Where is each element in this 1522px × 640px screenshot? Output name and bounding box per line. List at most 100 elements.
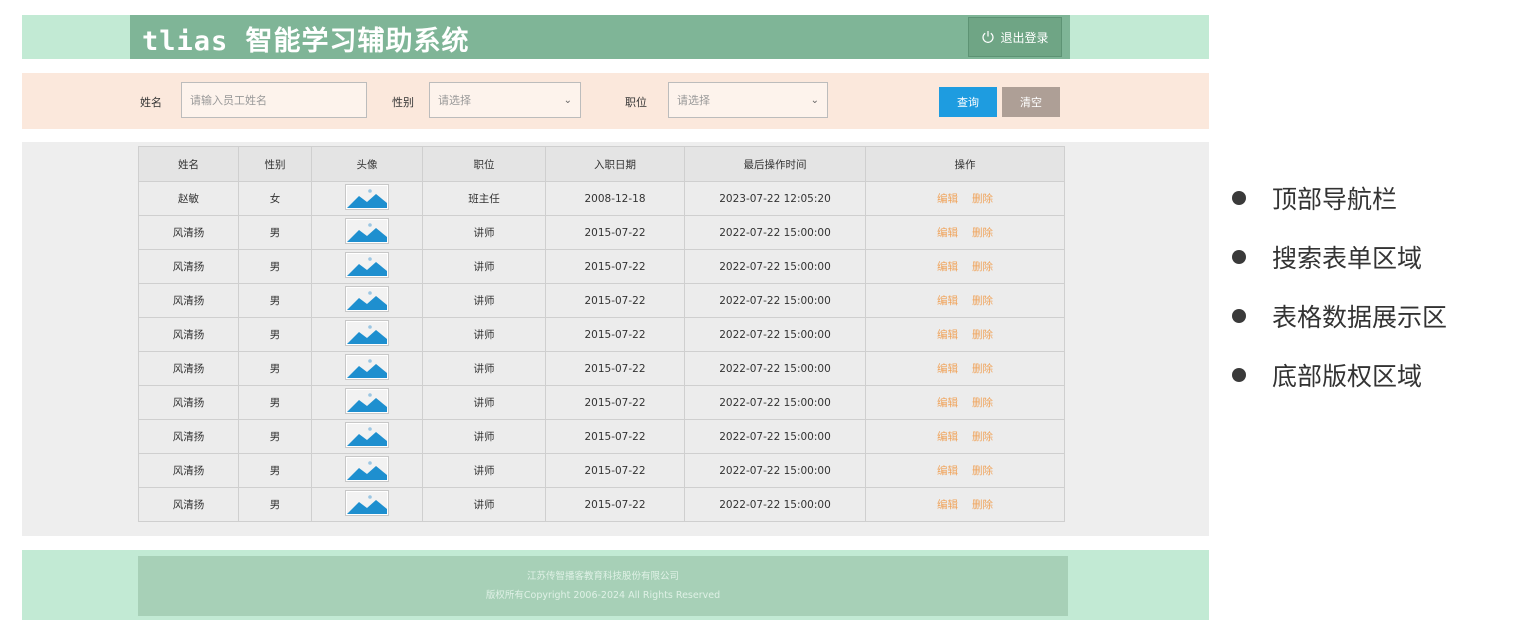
cell-last-op-time: 2022-07-22 15:00:00	[684, 351, 866, 386]
cell-entry-date: 2015-07-22	[545, 249, 685, 284]
cell-position: 讲师	[422, 351, 546, 386]
section-item: 底部版权区域	[1232, 357, 1447, 393]
delete-link[interactable]: 删除	[972, 329, 993, 341]
cell-gender: 男	[238, 317, 312, 352]
delete-link[interactable]: 删除	[972, 397, 993, 409]
cell-last-op-time: 2022-07-22 15:00:00	[684, 283, 866, 318]
edit-link[interactable]: 编辑	[937, 261, 958, 273]
cell-position: 讲师	[422, 419, 546, 454]
cell-position: 讲师	[422, 317, 546, 352]
edit-link[interactable]: 编辑	[937, 499, 958, 511]
cell-actions: 编辑 删除	[865, 385, 1065, 420]
delete-link[interactable]: 删除	[972, 431, 993, 443]
gender-select-value: 请选择	[438, 94, 471, 107]
cell-last-op-time: 2023-07-22 12:05:20	[684, 181, 866, 216]
table-row: 赵敏女 班主任 2008-12-18 2023-07-22 12:05:20 编辑 删除	[138, 181, 1065, 216]
cell-avatar	[311, 419, 423, 454]
delete-link[interactable]: 删除	[972, 227, 993, 239]
table-row: 风清扬男 讲师 2015-07-22 2022-07-22 15:00:00 编辑 删除	[138, 215, 1065, 250]
cell-actions: 编辑 删除	[865, 283, 1065, 318]
footer-copyright: 版权所有Copyright 2006-2024 All Rights Reser…	[485, 590, 721, 601]
section-label: 搜索表单区域	[1272, 244, 1423, 273]
cell-gender: 男	[238, 283, 312, 318]
cell-name: 风清扬	[138, 317, 239, 352]
cell-last-op-time: 2022-07-22 15:00:00	[684, 385, 866, 420]
delete-link[interactable]: 删除	[972, 363, 993, 375]
edit-link[interactable]: 编辑	[937, 329, 958, 341]
logout-button[interactable]: 退出登录	[968, 17, 1062, 57]
cell-actions: 编辑 删除	[865, 453, 1065, 488]
logout-label: 退出登录	[1000, 30, 1049, 45]
image-placeholder-icon	[345, 422, 389, 451]
delete-link[interactable]: 删除	[972, 465, 993, 477]
image-placeholder-icon	[345, 252, 389, 281]
image-placeholder-icon	[345, 184, 389, 213]
power-icon	[981, 30, 995, 44]
table-row: 风清扬男 讲师 2015-07-22 2022-07-22 15:00:00 编辑 删除	[138, 419, 1065, 454]
chevron-down-icon: ⌄	[563, 94, 572, 106]
cell-name: 风清扬	[138, 215, 239, 250]
table-row: 风清扬男 讲师 2015-07-22 2022-07-22 15:00:00 编辑 删除	[138, 453, 1065, 488]
name-label: 姓名	[140, 96, 162, 109]
position-select[interactable]: 请选择 ⌄	[668, 82, 828, 118]
delete-link[interactable]: 删除	[972, 193, 993, 205]
cell-avatar	[311, 283, 423, 318]
cell-gender: 男	[238, 351, 312, 386]
edit-link[interactable]: 编辑	[937, 363, 958, 375]
image-placeholder-icon	[345, 388, 389, 417]
cell-position: 讲师	[422, 487, 546, 522]
cell-gender: 男	[238, 453, 312, 488]
table-row: 风清扬男 讲师 2015-07-22 2022-07-22 15:00:00 编辑 删除	[138, 487, 1065, 522]
footer-band: 江苏传智播客教育科技股份有限公司 版权所有Copyright 2006-2024…	[22, 550, 1209, 620]
image-placeholder-icon	[345, 456, 389, 485]
clear-button[interactable]: 清空	[1002, 87, 1060, 117]
table-row: 风清扬男 讲师 2015-07-22 2022-07-22 15:00:00 编辑 删除	[138, 385, 1065, 420]
section-item: 顶部导航栏	[1232, 180, 1447, 216]
table-header-row: 姓名 性别 头像 职位 入职日期 最后操作时间 操作	[138, 146, 1065, 182]
column-header: 最后操作时间	[684, 146, 866, 182]
gender-label: 性别	[392, 96, 414, 109]
app-frame: tlias 智能学习辅助系统 退出登录 姓名 请输入员工姓名 性别 请选择 ⌄ …	[22, 15, 1209, 620]
cell-actions: 编辑 删除	[865, 487, 1065, 522]
cell-gender: 男	[238, 487, 312, 522]
query-button[interactable]: 查询	[939, 87, 997, 117]
edit-link[interactable]: 编辑	[937, 227, 958, 239]
edit-link[interactable]: 编辑	[937, 431, 958, 443]
edit-link[interactable]: 编辑	[937, 465, 958, 477]
position-select-value: 请选择	[677, 94, 710, 107]
delete-link[interactable]: 删除	[972, 261, 993, 273]
cell-gender: 女	[238, 181, 312, 216]
edit-link[interactable]: 编辑	[937, 193, 958, 205]
delete-link[interactable]: 删除	[972, 499, 993, 511]
bullet-dot	[1232, 191, 1246, 205]
image-placeholder-icon	[345, 354, 389, 383]
cell-name: 风清扬	[138, 487, 239, 522]
cell-entry-date: 2015-07-22	[545, 419, 685, 454]
edit-link[interactable]: 编辑	[937, 397, 958, 409]
cell-actions: 编辑 删除	[865, 181, 1065, 216]
cell-last-op-time: 2022-07-22 15:00:00	[684, 487, 866, 522]
delete-link[interactable]: 删除	[972, 295, 993, 307]
column-header: 头像	[311, 146, 423, 182]
table-row: 风清扬男 讲师 2015-07-22 2022-07-22 15:00:00 编辑 删除	[138, 249, 1065, 284]
cell-avatar	[311, 351, 423, 386]
section-label: 表格数据展示区	[1272, 303, 1448, 332]
edit-link[interactable]: 编辑	[937, 295, 958, 307]
bullet-dot	[1232, 368, 1246, 382]
cell-actions: 编辑 删除	[865, 419, 1065, 454]
cell-avatar	[311, 249, 423, 284]
name-input-placeholder: 请输入员工姓名	[190, 94, 267, 107]
gender-select[interactable]: 请选择 ⌄	[429, 82, 581, 118]
cell-avatar	[311, 317, 423, 352]
cell-entry-date: 2015-07-22	[545, 215, 685, 250]
column-header: 操作	[865, 146, 1065, 182]
cell-last-op-time: 2022-07-22 15:00:00	[684, 317, 866, 352]
cell-avatar	[311, 385, 423, 420]
bullet-dot	[1232, 250, 1246, 264]
cell-name: 风清扬	[138, 385, 239, 420]
name-input[interactable]: 请输入员工姓名	[181, 82, 367, 118]
image-placeholder-icon	[345, 320, 389, 349]
table-row: 风清扬男 讲师 2015-07-22 2022-07-22 15:00:00 编辑 删除	[138, 317, 1065, 352]
employee-table: 姓名 性别 头像 职位 入职日期 最后操作时间 操作 赵敏女班主任 2008-12-18 202…	[138, 146, 1065, 522]
top-nav-bar: tlias 智能学习辅助系统 退出登录	[130, 15, 1070, 59]
